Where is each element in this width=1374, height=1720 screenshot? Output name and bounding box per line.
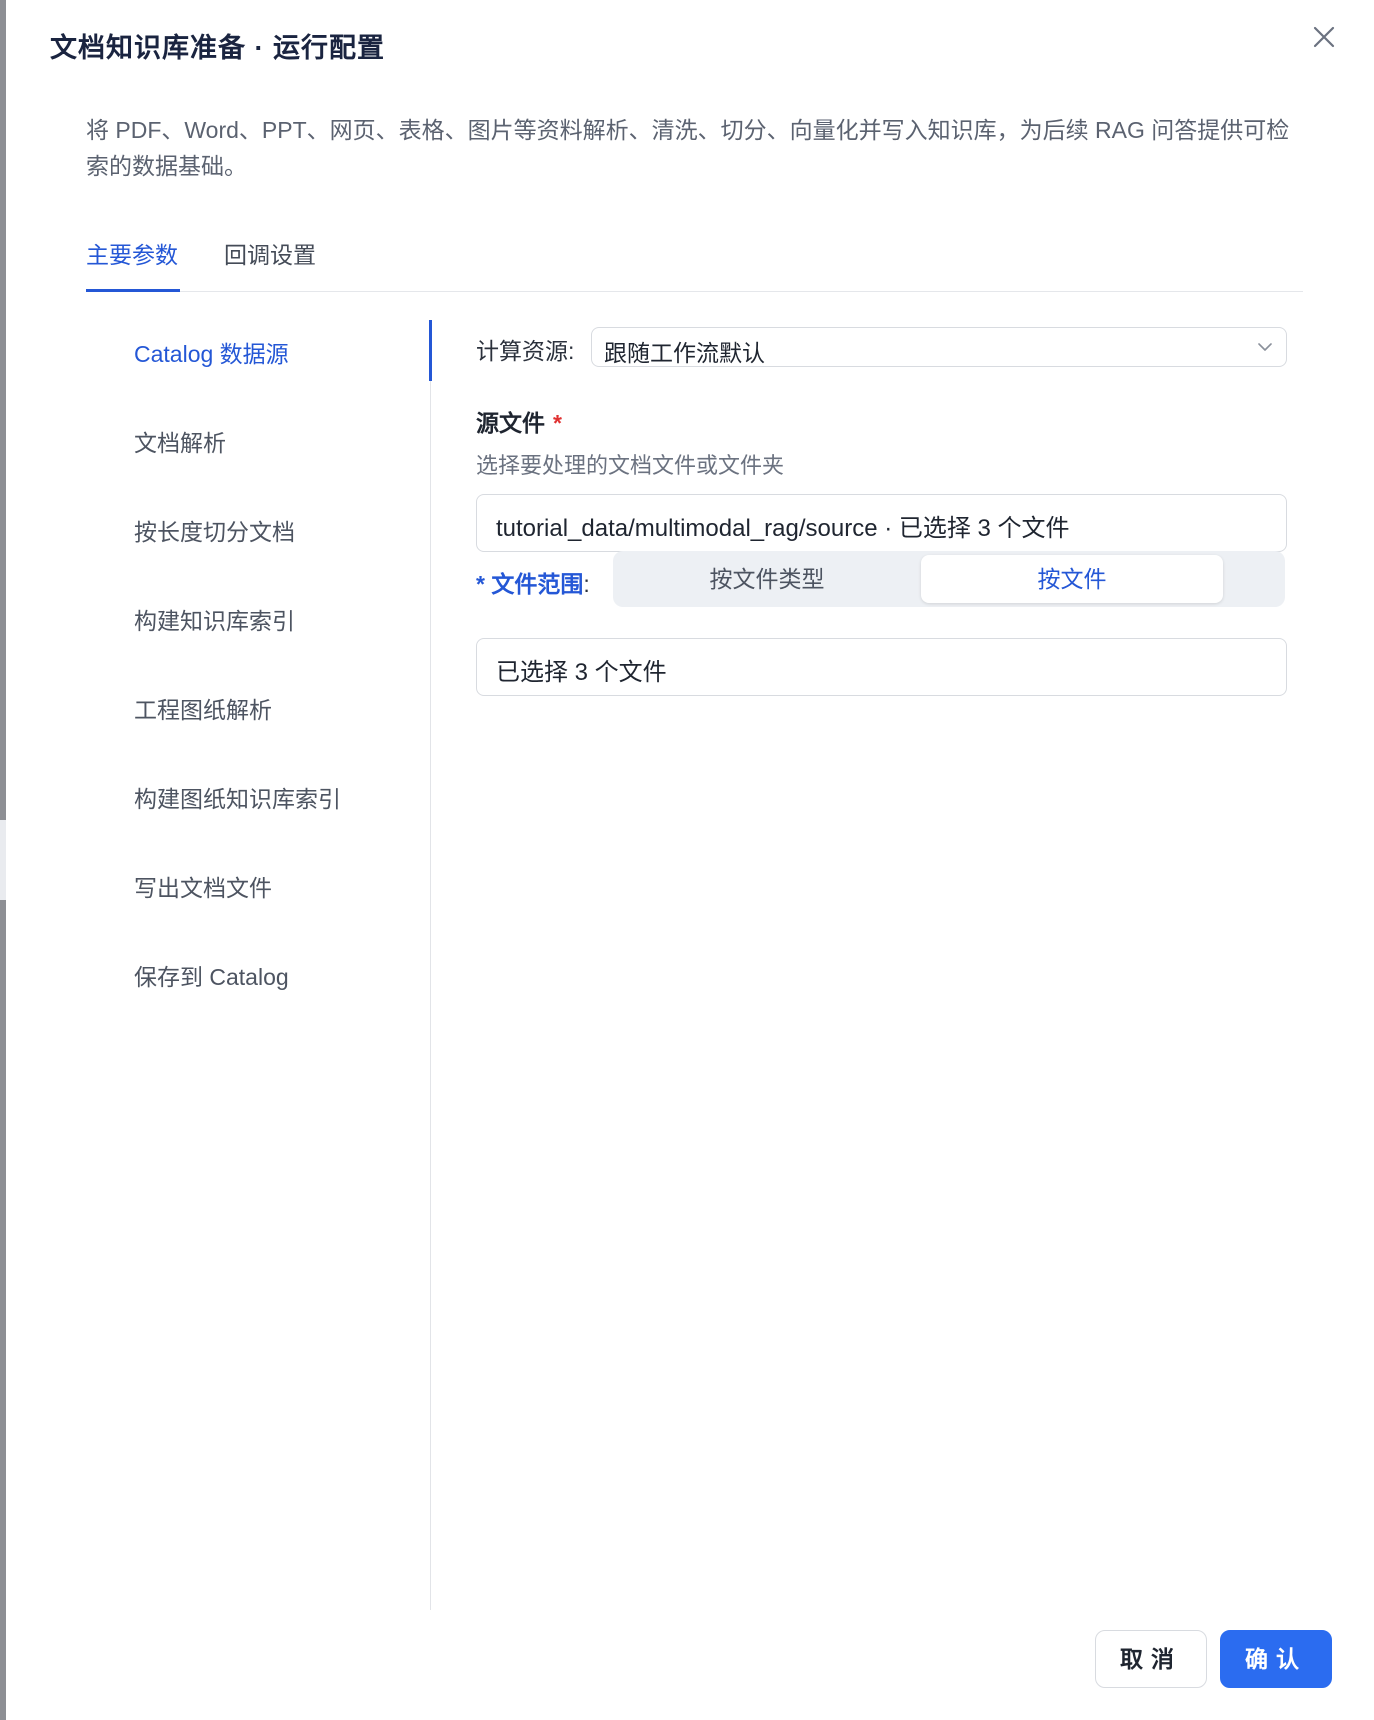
source-files-label: 源文件 xyxy=(476,410,545,436)
scope-option-by-type[interactable]: 按文件类型 xyxy=(617,555,917,603)
sidebar-item-build-kb-index[interactable]: 构建知识库索引 xyxy=(134,602,295,636)
tab-main-params[interactable]: 主要参数 xyxy=(86,236,178,270)
selected-files-value: 已选择 3 个文件 xyxy=(496,659,667,686)
close-icon xyxy=(1313,26,1335,48)
file-scope-segmented-control: 按文件类型 按文件 xyxy=(613,551,1285,607)
tab-label: 主要参数 xyxy=(86,242,178,268)
sidebar-item-write-doc-files[interactable]: 写出文档文件 xyxy=(134,869,272,903)
compute-resource-label: 计算资源: xyxy=(476,338,575,364)
sidebar-active-indicator xyxy=(429,320,432,381)
file-scope-label: * 文件范围: xyxy=(476,565,590,599)
cancel-button[interactable]: 取消 xyxy=(1095,1630,1207,1688)
sidebar-item-save-to-catalog[interactable]: 保存到 Catalog xyxy=(134,958,289,992)
tab-label: 回调设置 xyxy=(224,242,316,268)
selected-files-field[interactable]: 已选择 3 个文件 xyxy=(476,638,1287,696)
file-scope-colon: : xyxy=(583,571,590,597)
dialog-title: 文档知识库准备 · 运行配置 xyxy=(50,33,385,63)
tab-callback-settings[interactable]: 回调设置 xyxy=(224,236,316,270)
file-scope-required-mark: * xyxy=(476,571,485,597)
confirm-button[interactable]: 确认 xyxy=(1220,1630,1332,1688)
chevron-down-icon xyxy=(1258,343,1272,351)
sidebar-item-build-drawing-index[interactable]: 构建图纸知识库索引 xyxy=(134,780,341,814)
source-files-hint: 选择要处理的文档文件或文件夹 xyxy=(476,453,785,478)
active-tab-indicator xyxy=(86,289,180,292)
sidebar-item-split-by-length[interactable]: 按长度切分文档 xyxy=(134,513,295,547)
file-scope-text: 文件范围 xyxy=(491,571,584,597)
required-mark: * xyxy=(553,410,562,436)
source-files-picker[interactable]: tutorial_data/multimodal_rag/source · 已选… xyxy=(476,494,1287,552)
sidebar-divider xyxy=(430,320,431,1610)
scope-option-by-file[interactable]: 按文件 xyxy=(921,555,1223,603)
dialog-description: 将 PDF、Word、PPT、网页、表格、图片等资料解析、清洗、切分、向量化并写… xyxy=(86,117,1290,179)
sidebar-item-catalog-source[interactable]: Catalog 数据源 xyxy=(134,335,289,369)
tab-bar: 主要参数 回调设置 xyxy=(86,226,1303,292)
sidebar-item-drawing-parse[interactable]: 工程图纸解析 xyxy=(134,691,272,725)
sidebar-item-document-parse[interactable]: 文档解析 xyxy=(134,424,226,458)
close-button[interactable] xyxy=(1309,22,1339,52)
compute-resource-value: 跟随工作流默认 xyxy=(604,340,765,366)
compute-resource-select[interactable]: 跟随工作流默认 xyxy=(591,327,1287,367)
source-files-value: tutorial_data/multimodal_rag/source · 已选… xyxy=(496,515,1070,542)
source-files-title: 源文件 * xyxy=(476,404,562,438)
run-config-dialog: 文档知识库准备 · 运行配置 将 PDF、Word、PPT、网页、表格、图片等资… xyxy=(6,0,1374,1720)
step-sidebar: Catalog 数据源 文档解析 按长度切分文档 构建知识库索引 工程图纸解析 … xyxy=(86,320,431,1610)
